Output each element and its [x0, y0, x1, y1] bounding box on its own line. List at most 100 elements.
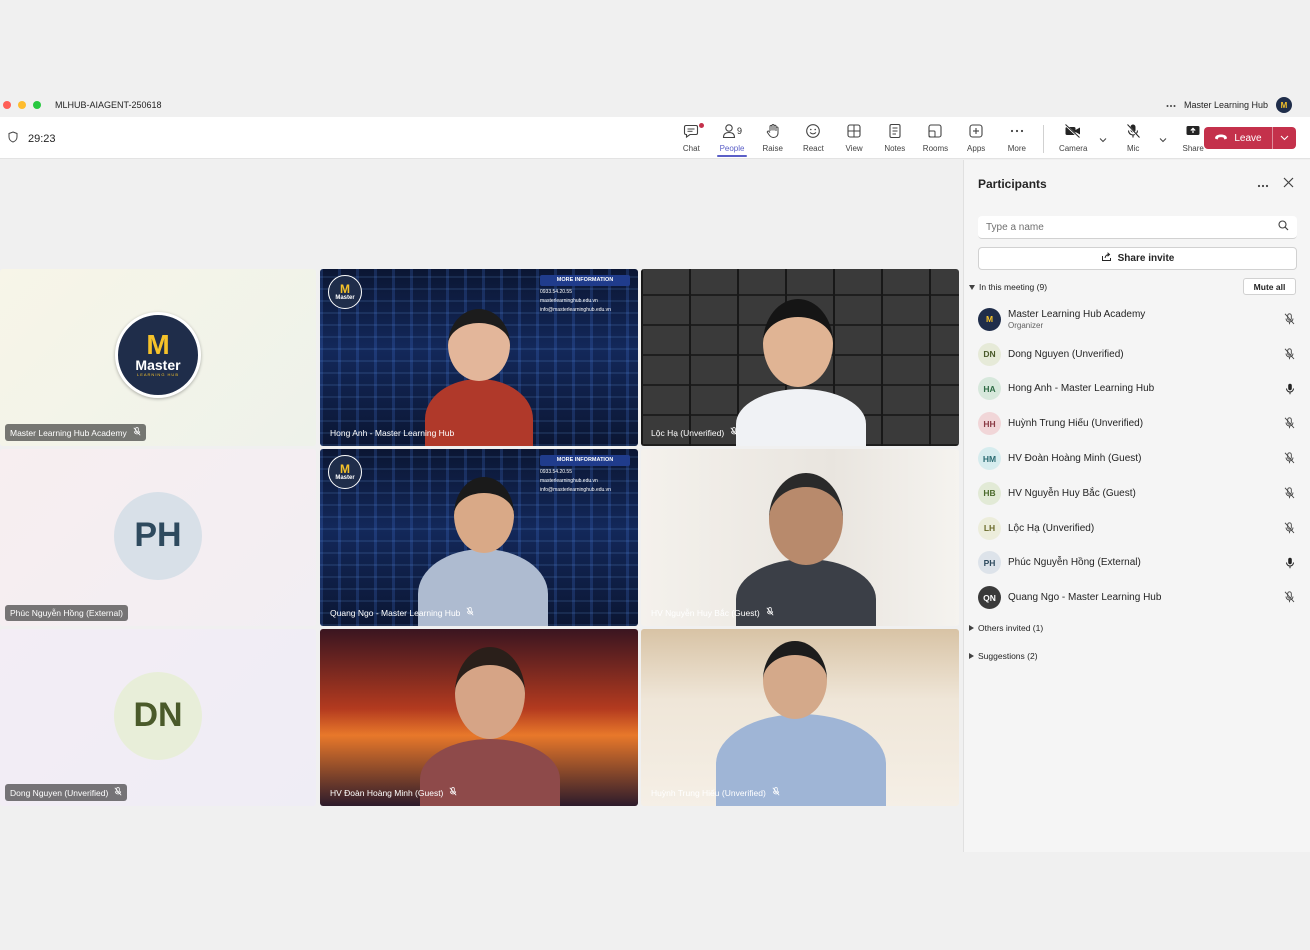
participant-name-block: Master Learning Hub Academy Organizer	[1008, 309, 1145, 330]
share-invite-icon	[1101, 252, 1112, 265]
camera-options-chevron-down-icon[interactable]	[1096, 121, 1110, 153]
others-invited-section-toggle[interactable]: Others invited (1)	[969, 623, 1043, 633]
toolbar-tools: Chat 9 People Raise React View Notes Roo…	[671, 121, 1216, 157]
participant-row[interactable]: HH Huỳnh Trung Hiếu (Unverified)	[978, 406, 1297, 441]
mic-muted-icon[interactable]	[1284, 312, 1295, 330]
video-tile-loc-ha[interactable]: Lộc Hạ (Unverified)	[641, 269, 959, 446]
participant-name-block: Quang Ngo - Master Learning Hub	[1008, 592, 1161, 603]
suggestions-label: Suggestions (2)	[978, 651, 1038, 661]
view-button[interactable]: View	[834, 121, 875, 153]
mic-icon[interactable]	[1285, 382, 1295, 400]
leave-button[interactable]: Leave	[1204, 127, 1296, 149]
leave-options-chevron-down-icon[interactable]	[1272, 127, 1296, 149]
others-invited-label: Others invited (1)	[978, 623, 1044, 633]
mini-logo-mark: M	[340, 461, 350, 476]
video-tile-nguyen-huy-bac[interactable]: HV Nguyễn Huy Bắc (Guest)	[641, 449, 959, 626]
leave-main[interactable]: Leave	[1204, 133, 1272, 144]
apps-label: Apps	[967, 144, 986, 153]
video-tile-master-learning-hub[interactable]: M Master LEARNING HUB Master Learning Hu…	[0, 269, 316, 446]
participant-row[interactable]: QN Quang Ngo - Master Learning Hub	[978, 580, 1297, 615]
maximize-window-button[interactable]	[33, 101, 41, 109]
mic-muted-icon[interactable]	[1284, 521, 1295, 539]
in-meeting-section-toggle[interactable]: In this meeting (9)	[969, 282, 1047, 292]
mic-muted-icon[interactable]	[1284, 590, 1295, 608]
mic-button[interactable]: Mic	[1110, 121, 1156, 153]
mic-muted-icon	[114, 787, 122, 798]
participant-name: Lộc Hạ (Unverified)	[1008, 522, 1095, 534]
video-tile-phuc-nguyen-hong[interactable]: PH Phúc Nguyễn Hồng (External)	[0, 449, 316, 626]
tile-name: Lộc Hạ (Unverified)	[651, 427, 725, 438]
video-tile-quang-ngo[interactable]: M Master MORE INFORMATION 0933.54.20.55 …	[320, 449, 638, 626]
notes-button[interactable]: Notes	[874, 121, 915, 153]
people-label: People	[719, 144, 745, 153]
participant-row[interactable]: M Master Learning Hub Academy Organizer	[978, 302, 1297, 337]
participant-row[interactable]: HB HV Nguyễn Huy Bắc (Guest)	[978, 476, 1297, 511]
share-label: Share	[1182, 144, 1204, 153]
video-tile-doan-hoang-minh[interactable]: HV Đoàn Hoàng Minh (Guest)	[320, 629, 638, 806]
mic-muted-icon[interactable]	[1284, 486, 1295, 504]
mini-logo-word: Master	[335, 294, 355, 301]
participant-row[interactable]: DN Dong Nguyen (Unverified)	[978, 337, 1297, 372]
participant-name: HV Đoàn Hoàng Minh (Guest)	[1008, 453, 1142, 465]
more-button[interactable]: More	[997, 121, 1038, 153]
panel-title: Participants	[978, 177, 1047, 191]
camera-button[interactable]: Camera	[1050, 121, 1096, 153]
participant-row[interactable]: PH Phúc Nguyễn Hồng (External)	[978, 546, 1297, 581]
tile-name: Quang Ngo - Master Learning Hub	[330, 607, 461, 618]
mic-muted-icon[interactable]	[1284, 416, 1295, 434]
participant-name-block: Lộc Hạ (Unverified)	[1008, 523, 1094, 534]
panel-more-icon[interactable]	[1257, 175, 1269, 193]
close-window-button[interactable]	[3, 101, 11, 109]
apps-button[interactable]: Apps	[956, 121, 997, 153]
video-tile-hong-anh[interactable]: M Master MORE INFORMATION 0933.54.20.55 …	[320, 269, 638, 446]
people-icon: 9	[722, 121, 742, 141]
close-icon[interactable]	[1283, 175, 1294, 193]
raise-hand-button[interactable]: Raise	[752, 121, 793, 153]
participant-name-block: HV Đoàn Hoàng Minh (Guest)	[1008, 453, 1141, 464]
mic-muted-icon[interactable]	[1284, 347, 1295, 365]
chat-button[interactable]: Chat	[671, 121, 712, 153]
people-button[interactable]: 9 People	[712, 121, 753, 157]
tile-namebar: Quang Ngo - Master Learning Hub	[325, 604, 479, 621]
participant-avatar: HB	[978, 481, 1001, 505]
participant-name: Master Learning Hub Academy	[1008, 308, 1146, 320]
tile-name: Huỳnh Trung Hiếu (Unverified)	[651, 787, 766, 798]
mic-muted-icon[interactable]	[1284, 451, 1295, 469]
participant-avatar: HA	[978, 377, 1001, 401]
meeting-timer: 29:23	[8, 131, 56, 146]
avatar-initials: PH	[114, 491, 202, 580]
mute-all-button[interactable]: Mute all	[1243, 278, 1296, 295]
participant-list: M Master Learning Hub Academy Organizer DN D…	[978, 302, 1297, 615]
org-avatar[interactable]: M	[1276, 97, 1292, 113]
master-learning-hub-logo: M Master LEARNING HUB	[115, 311, 201, 398]
share-invite-button[interactable]: Share invite	[978, 247, 1297, 270]
video-tile-dong-nguyen[interactable]: DN Dong Nguyen (Unverified)	[0, 629, 316, 806]
participant-row[interactable]: HA Hong Anh - Master Learning Hub	[978, 372, 1297, 407]
minimize-window-button[interactable]	[18, 101, 26, 109]
tile-name: HV Đoàn Hoàng Minh (Guest)	[330, 787, 444, 798]
card-phone: 0933.54.20.55	[540, 469, 572, 475]
suggestions-section-toggle[interactable]: Suggestions (2)	[969, 651, 1038, 661]
react-button[interactable]: React	[793, 121, 834, 153]
participant-search-input[interactable]	[986, 221, 1278, 233]
expand-triangle-icon	[969, 653, 974, 659]
mini-logo: M Master	[328, 275, 362, 309]
card-email: info@masterlearninghub.edu.vn	[540, 307, 611, 313]
avatar-initials: DN	[114, 671, 202, 760]
participant-name: Hong Anh - Master Learning Hub	[1008, 383, 1155, 395]
grid-icon	[846, 121, 862, 141]
participant-avatar: LH	[978, 516, 1001, 540]
contact-info-card: MORE INFORMATION 0933.54.20.55 masterlea…	[540, 455, 630, 495]
mic-icon[interactable]	[1285, 556, 1295, 574]
participant-body	[736, 389, 866, 446]
tile-namebar: Hong Anh - Master Learning Hub	[325, 425, 459, 441]
mic-options-chevron-down-icon[interactable]	[1156, 121, 1170, 153]
more-options-icon[interactable]	[1166, 100, 1176, 110]
video-tile-huynh-trung-hieu[interactable]: Huỳnh Trung Hiếu (Unverified)	[641, 629, 959, 806]
participant-name-block: Hong Anh - Master Learning Hub	[1008, 383, 1154, 394]
participant-row[interactable]: LH Lộc Hạ (Unverified)	[978, 511, 1297, 546]
search-icon[interactable]	[1278, 218, 1289, 236]
people-count: 9	[737, 126, 743, 136]
participant-row[interactable]: HM HV Đoàn Hoàng Minh (Guest)	[978, 441, 1297, 476]
rooms-button[interactable]: Rooms	[915, 121, 956, 153]
